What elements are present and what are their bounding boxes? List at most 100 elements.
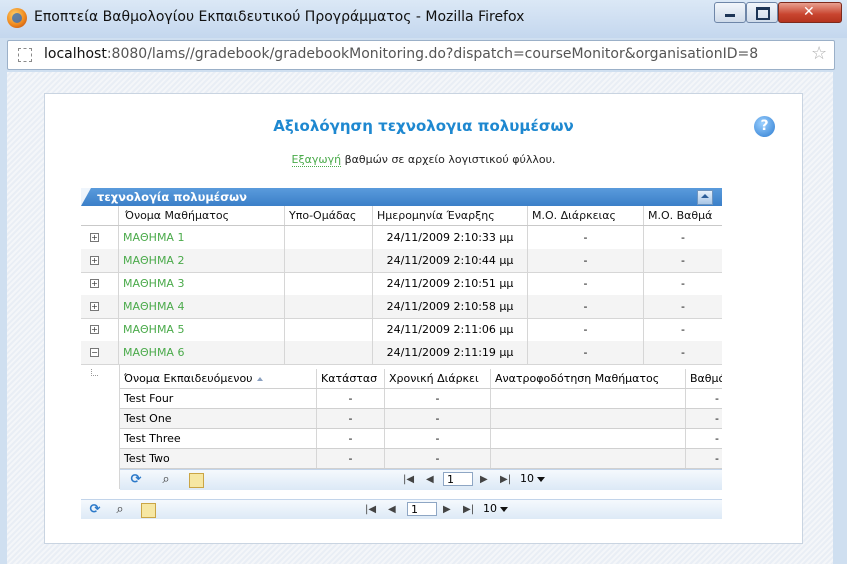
expand-icon[interactable]: + <box>90 256 99 265</box>
page-number-input[interactable]: 1 <box>407 502 437 516</box>
header-learner-name[interactable]: Όνομα Εκπαιδευόμενου <box>120 369 317 388</box>
close-icon: ✕ <box>803 4 815 20</box>
subgrid-header: Όνομα Εκπαιδευόμενου Κατάστασ Χρονική Δι… <box>120 369 722 389</box>
header-start-date[interactable]: Ημερομηνία Έναρξης <box>373 206 528 225</box>
lesson-link[interactable]: ΜΑΘΗΜΑ 3 <box>123 277 184 290</box>
duration-cell: - <box>385 429 491 448</box>
header-duration[interactable]: Χρονική Διάρκει <box>385 369 491 388</box>
start-date-cell: 24/11/2009 2:11:06 μμ <box>373 318 528 341</box>
avg-mark-cell: - <box>681 277 685 290</box>
tree-connector <box>91 369 98 376</box>
refresh-icon[interactable]: ⟳ <box>128 472 144 488</box>
avg-time-cell: - <box>528 318 644 341</box>
mark-cell[interactable]: - <box>686 389 722 408</box>
duration-cell: - <box>385 409 491 428</box>
grid-caption-title: τεχνολογία πολυμέσων <box>97 190 247 204</box>
learner-name: Test Three <box>120 429 317 448</box>
feedback-cell[interactable] <box>491 409 686 428</box>
maximize-button[interactable] <box>746 2 778 23</box>
learner-row[interactable]: Test Two - - - <box>120 449 722 469</box>
header-avg-mark[interactable]: Μ.Ο. Βαθμά <box>644 206 722 225</box>
expand-icon[interactable]: + <box>90 279 99 288</box>
start-date-cell: 24/11/2009 2:10:44 μμ <box>373 249 528 272</box>
header-avg-time[interactable]: Μ.Ο. Διάρκειας <box>528 206 644 225</box>
next-page-icon[interactable]: ▶ <box>443 503 451 517</box>
grid-caption: τεχνολογία πολυμέσων <box>81 188 722 206</box>
firefox-icon <box>7 8 27 28</box>
learner-name: Test One <box>120 409 317 428</box>
avg-mark-cell: - <box>681 254 685 267</box>
bookmark-star-icon[interactable]: ☆ <box>811 43 827 64</box>
feedback-cell[interactable] <box>491 389 686 408</box>
avg-time-cell: - <box>528 341 644 364</box>
search-icon[interactable]: ⌕ <box>112 502 128 518</box>
search-icon[interactable]: ⌕ <box>158 472 174 488</box>
lesson-link[interactable]: ΜΑΘΗΜΑ 1 <box>123 231 184 244</box>
table-row[interactable]: + ΜΑΘΗΜΑ 1 24/11/2009 2:10:33 μμ - - <box>81 226 722 250</box>
chevron-down-icon <box>500 506 508 512</box>
status-cell: - <box>317 409 385 428</box>
minimize-button[interactable] <box>714 2 746 23</box>
last-page-icon[interactable]: ▶| <box>500 473 511 487</box>
page-size-select[interactable]: 10 <box>483 501 519 516</box>
first-page-icon[interactable]: |◀ <box>365 503 376 517</box>
prev-page-icon[interactable]: ◀ <box>426 473 434 487</box>
header-status[interactable]: Κατάστασ <box>317 369 385 388</box>
avg-time-cell: - <box>528 226 644 249</box>
avg-mark-cell: - <box>681 300 685 313</box>
address-bar[interactable]: localhost:8080/lams//gradebook/gradebook… <box>7 40 835 70</box>
lesson-link[interactable]: ΜΑΘΗΜΑ 6 <box>123 346 184 359</box>
export-link[interactable]: Εξαγωγή <box>291 153 342 167</box>
table-row[interactable]: + ΜΑΘΗΜΑ 4 24/11/2009 2:10:58 μμ - - <box>81 295 722 319</box>
start-date-cell: 24/11/2009 2:10:51 μμ <box>373 272 528 295</box>
last-page-icon[interactable]: ▶| <box>463 503 474 517</box>
edit-columns-icon[interactable] <box>189 473 204 488</box>
subgroup-cell <box>285 295 373 318</box>
collapse-grid-icon[interactable] <box>697 190 713 205</box>
header-subgroup[interactable]: Υπο-Ομάδας <box>285 206 373 225</box>
expand-icon[interactable]: + <box>90 325 99 334</box>
learner-row[interactable]: Test Four - - - <box>120 389 722 409</box>
help-icon[interactable]: ? <box>754 116 775 137</box>
learner-row[interactable]: Test Three - - - <box>120 429 722 449</box>
page-size-select[interactable]: 10 <box>520 471 556 486</box>
collapse-row-icon[interactable]: − <box>90 348 99 357</box>
mark-cell[interactable]: - <box>686 429 722 448</box>
page-number-input[interactable]: 1 <box>443 472 473 486</box>
prev-page-icon[interactable]: ◀ <box>388 503 396 517</box>
header-mark[interactable]: Βαθμό <box>686 369 722 388</box>
learner-name: Test Two <box>120 449 317 468</box>
first-page-icon[interactable]: |◀ <box>403 473 414 487</box>
table-row[interactable]: + ΜΑΘΗΜΑ 5 24/11/2009 2:11:06 μμ - - <box>81 318 722 342</box>
table-row[interactable]: + ΜΑΘΗΜΑ 3 24/11/2009 2:10:51 μμ - - <box>81 272 722 296</box>
edit-columns-icon[interactable] <box>141 503 156 518</box>
status-cell: - <box>317 449 385 468</box>
window-title: Εποπτεία Βαθμολογίου Εκπαιδευτικού Προγρ… <box>34 9 525 25</box>
feedback-cell[interactable] <box>491 449 686 468</box>
feedback-cell[interactable] <box>491 429 686 448</box>
lesson-link[interactable]: ΜΑΘΗΜΑ 2 <box>123 254 184 267</box>
table-row[interactable]: + ΜΑΘΗΜΑ 2 24/11/2009 2:10:44 μμ - - <box>81 249 722 273</box>
start-date-cell: 24/11/2009 2:10:58 μμ <box>373 295 528 318</box>
lesson-link[interactable]: ΜΑΘΗΜΑ 4 <box>123 300 184 313</box>
start-date-cell: 24/11/2009 2:10:33 μμ <box>373 226 528 249</box>
avg-mark-cell: - <box>681 231 685 244</box>
subgrid-pager: ⟳ ⌕ |◀ ◀ 1 ▶ ▶| 10 <box>120 469 722 490</box>
refresh-icon[interactable]: ⟳ <box>87 502 103 518</box>
next-page-icon[interactable]: ▶ <box>480 473 488 487</box>
lesson-link[interactable]: ΜΑΘΗΜΑ 5 <box>123 323 184 336</box>
mark-cell[interactable]: - <box>686 449 722 468</box>
learner-row[interactable]: Test One - - - <box>120 409 722 429</box>
expand-icon[interactable]: + <box>90 233 99 242</box>
url-text[interactable]: localhost:8080/lams//gradebook/gradebook… <box>44 46 758 62</box>
table-row[interactable]: − ΜΑΘΗΜΑ 6 24/11/2009 2:11:19 μμ - - <box>81 341 722 365</box>
header-lesson-name[interactable]: Όνομα Μαθήματος <box>119 206 285 225</box>
sort-asc-icon <box>256 377 263 381</box>
expand-icon[interactable]: + <box>90 302 99 311</box>
close-window-button[interactable]: ✕ <box>778 2 842 23</box>
header-feedback[interactable]: Ανατροφοδότηση Μαθήματος <box>491 369 686 388</box>
avg-mark-cell: - <box>681 346 685 359</box>
header-expand <box>81 206 119 225</box>
mark-cell[interactable]: - <box>686 409 722 428</box>
page-icon <box>18 48 32 62</box>
